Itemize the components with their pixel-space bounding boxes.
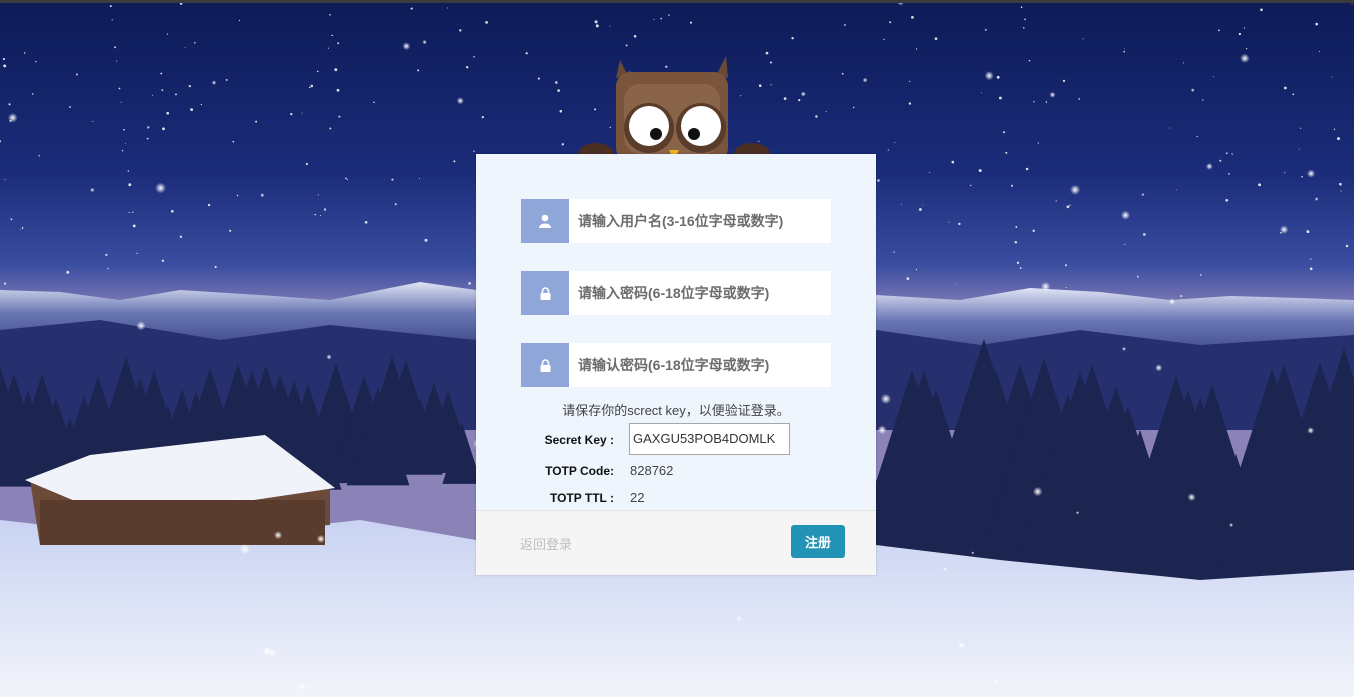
totp-ttl-label: TOTP TTL :: [549, 491, 614, 505]
username-placeholder: 请输入用户名(3-16位字母或数字): [578, 213, 784, 229]
totp-code-label: TOTP Code:: [545, 464, 614, 478]
secret-key-label: Secret Key :: [544, 433, 614, 447]
password-placeholder: 请输入密码(6-18位字母或数字): [578, 285, 770, 301]
lock-icon: [521, 343, 569, 387]
confirm-password-field[interactable]: 请输认密码(6-18位字母或数字): [521, 343, 831, 387]
secret-key-field[interactable]: GAXGU53POB4DOMLK: [629, 423, 790, 455]
card-footer: 返回登录 注册: [476, 510, 876, 575]
password-field[interactable]: 请输入密码(6-18位字母或数字): [521, 271, 831, 315]
totp-ttl-value: 22: [630, 490, 645, 505]
totp-code-value: 828762: [630, 463, 674, 478]
back-to-login-link[interactable]: 返回登录: [520, 534, 572, 553]
lock-icon: [521, 271, 569, 315]
secret-key-notice: 请保存你的screct key，以便验证登录。: [562, 403, 790, 418]
confirm-password-placeholder: 请输认密码(6-18位字母或数字): [578, 357, 770, 373]
register-button[interactable]: 注册: [791, 525, 845, 558]
register-card: 请输入用户名(3-16位字母或数字) 请输入密码(6-18位字母或数字) 请输认…: [476, 154, 876, 575]
user-icon: [521, 199, 569, 243]
top-bar: [0, 0, 1354, 3]
owl-mascot-icon: [578, 56, 770, 165]
username-field[interactable]: 请输入用户名(3-16位字母或数字): [521, 199, 831, 243]
